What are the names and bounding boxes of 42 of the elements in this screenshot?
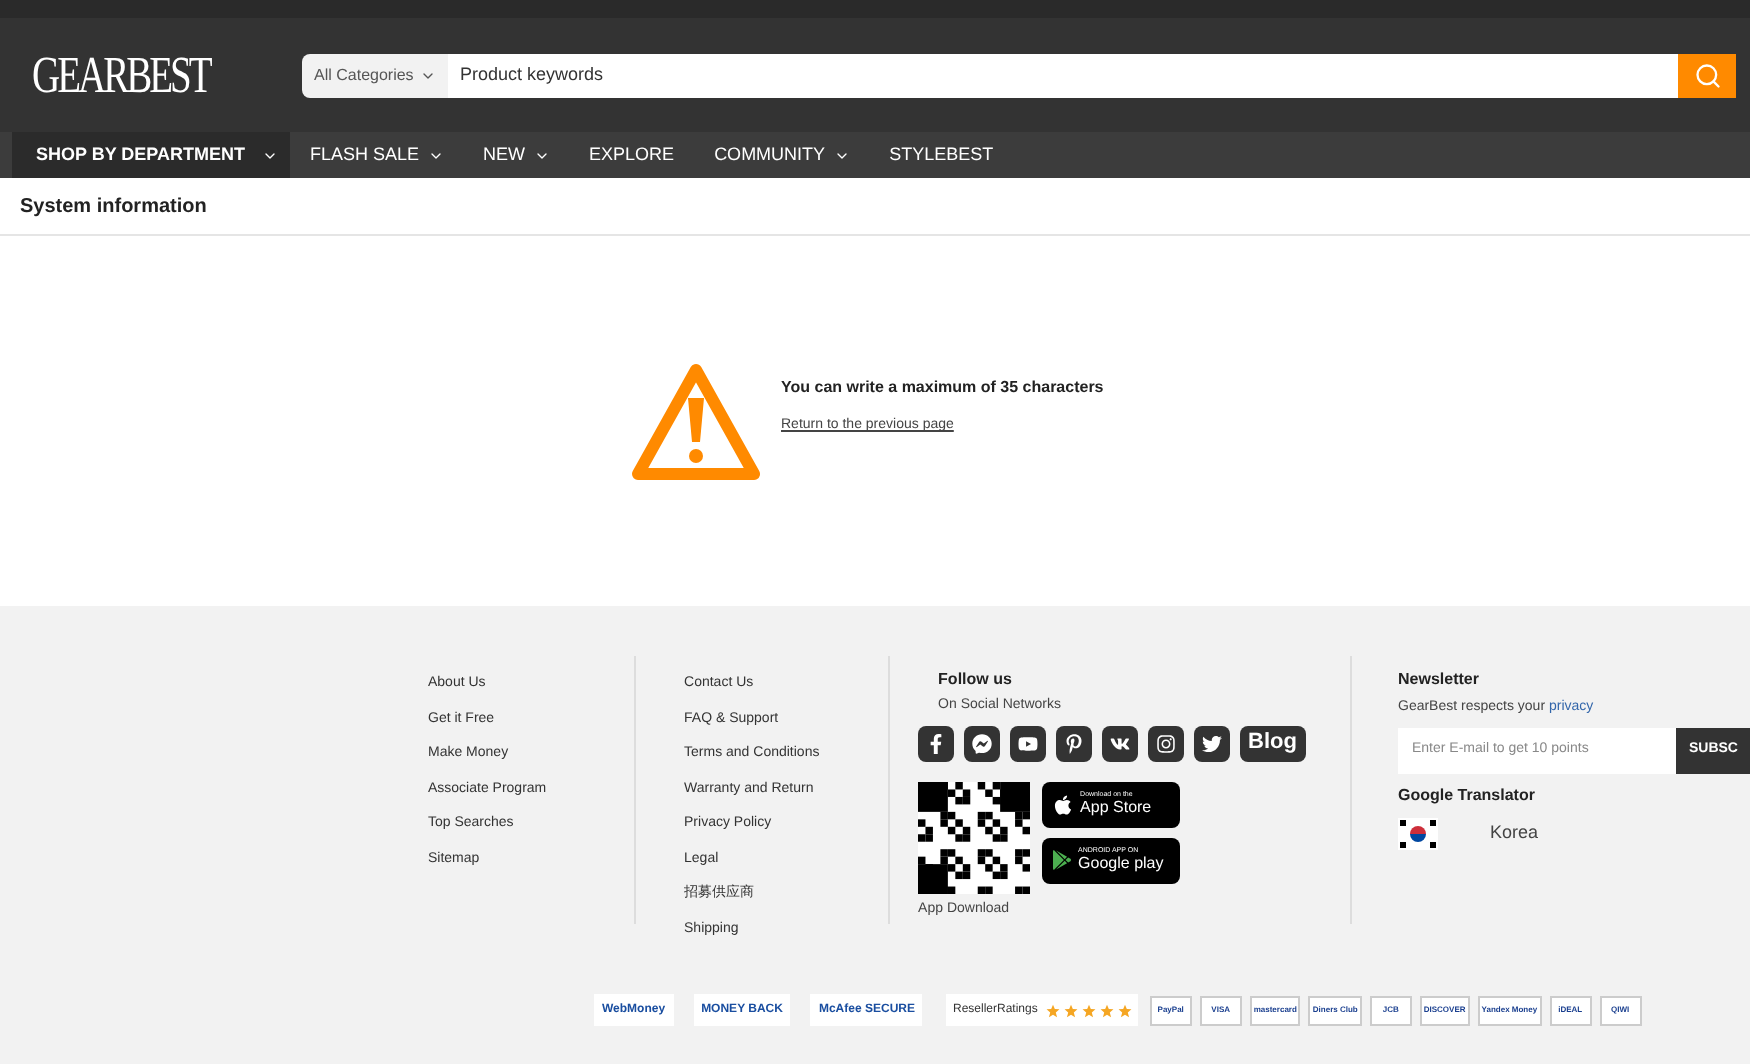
instagram-icon <box>1156 733 1177 753</box>
nav-item[interactable]: NEW <box>463 132 570 178</box>
star-icon <box>1099 1003 1114 1017</box>
vk-link[interactable] <box>1102 725 1139 761</box>
instagram-link[interactable] <box>1148 725 1185 761</box>
search-icon <box>1693 61 1721 89</box>
star-icon <box>1063 1003 1078 1017</box>
messenger-link[interactable] <box>964 725 1001 761</box>
nav-item[interactable]: SHOP BY DEPARTMENT <box>12 132 290 178</box>
star-icon <box>1045 1003 1060 1017</box>
facebook-link[interactable] <box>918 725 955 761</box>
blog-link[interactable]: Blog <box>1240 725 1305 761</box>
nav-item[interactable]: STYLEBEST <box>869 132 1014 178</box>
logo: GEARBEST <box>32 49 213 101</box>
nav-item[interactable]: EXPLORE <box>569 132 695 178</box>
twitter-icon <box>1202 733 1223 753</box>
category-select[interactable]: All Categories <box>302 53 448 97</box>
search-button[interactable] <box>1678 53 1736 97</box>
translator-title: Google Translator <box>1398 783 1537 807</box>
messenger-icon <box>972 733 993 753</box>
youtube-link[interactable] <box>1010 725 1047 761</box>
star-icon <box>1117 1003 1132 1017</box>
twitter-link[interactable] <box>1194 725 1231 761</box>
play-icon <box>1052 850 1073 870</box>
follow-title: Follow us <box>938 668 1014 692</box>
youtube-icon <box>1018 733 1039 753</box>
vk-icon <box>1110 733 1131 753</box>
nav-item[interactable]: FLASH SALE <box>290 132 464 178</box>
search-field[interactable]: Product keywords <box>448 53 1678 97</box>
pinterest-link[interactable] <box>1056 725 1093 761</box>
facebook-icon <box>926 733 947 753</box>
pinterest-icon <box>1064 733 1085 753</box>
newsletter-title: Newsletter <box>1398 668 1481 692</box>
flag-icon <box>1398 817 1438 849</box>
error-message: You can write a maximum of 35 characters <box>781 376 1106 401</box>
star-icon <box>1081 1003 1096 1017</box>
page-title: System information <box>0 178 1750 236</box>
warning-icon <box>629 361 761 481</box>
apple-icon <box>1052 793 1075 815</box>
nav-item[interactable]: COMMUNITY <box>694 132 870 178</box>
language-label: Korea <box>1490 819 1539 846</box>
qr-code-icon <box>918 781 1031 893</box>
